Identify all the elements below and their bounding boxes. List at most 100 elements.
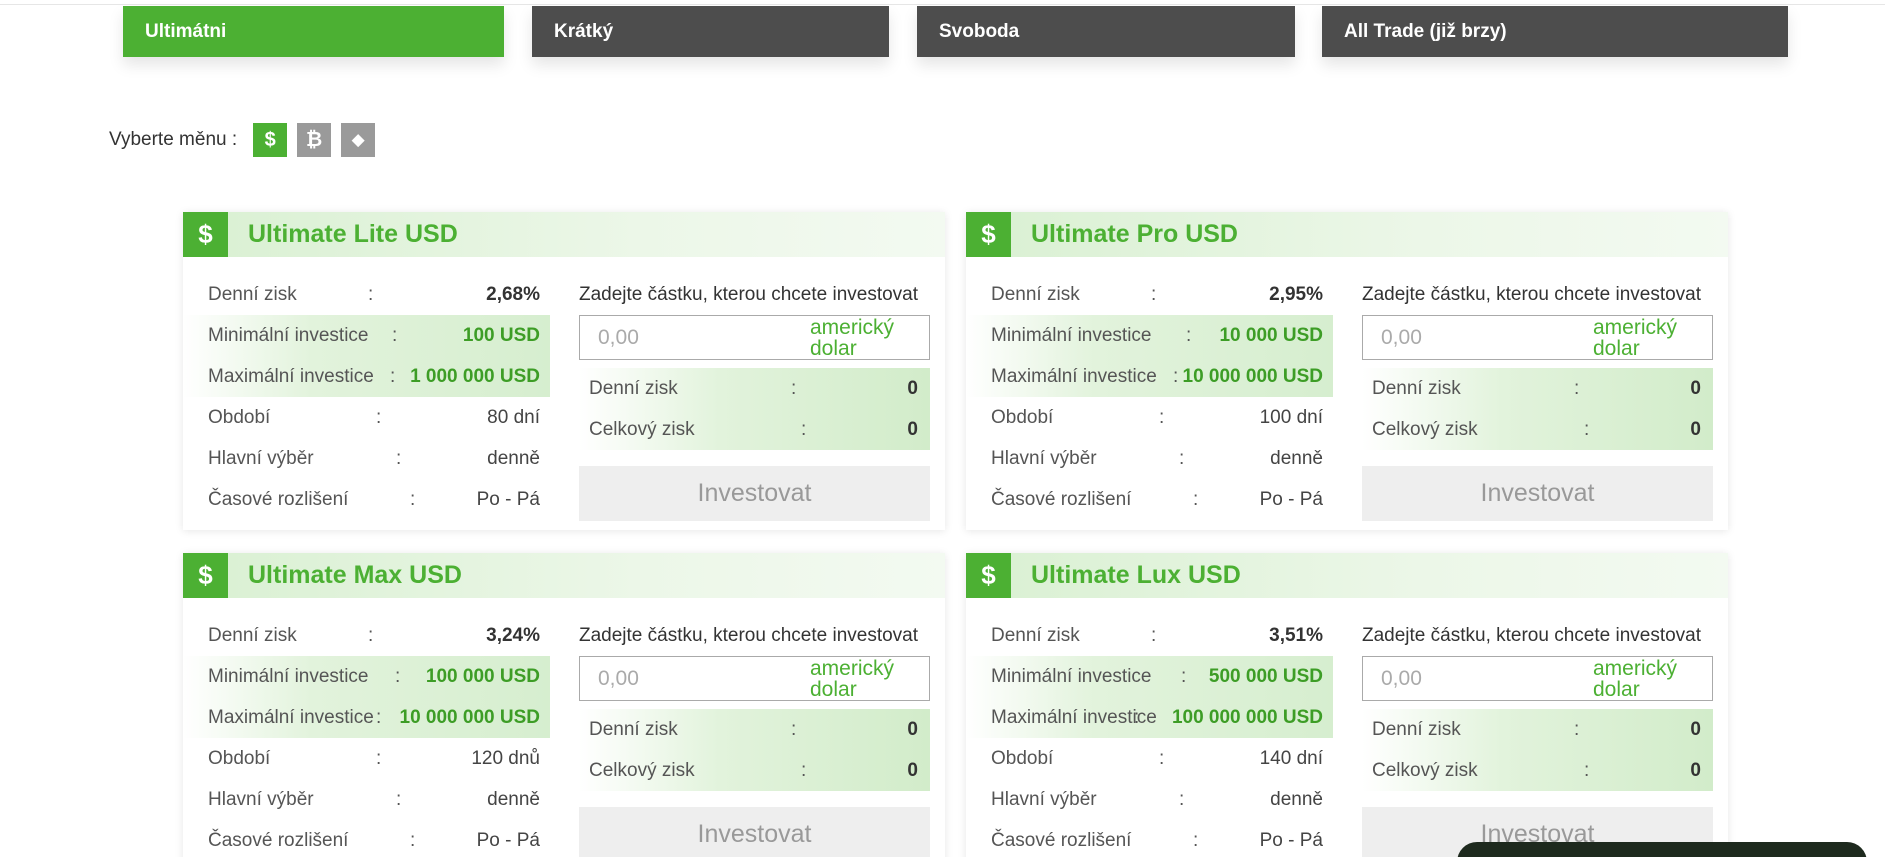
stat-colon: :: [396, 789, 402, 810]
stat-value: 500 000 USD: [1208, 666, 1323, 687]
tab-ultimatni[interactable]: Ultimátni: [123, 6, 504, 57]
bitcoin-icon[interactable]: ₿: [297, 123, 332, 157]
stat-value: 2,95%: [1269, 284, 1323, 305]
stat-value: 2,68%: [486, 284, 540, 305]
result-colon: :: [801, 419, 807, 440]
ethereum-icon[interactable]: ◆: [341, 123, 376, 157]
stat-label: Denní zisk: [991, 284, 1080, 305]
stat-colon: :: [1193, 489, 1199, 510]
stat-label: Maximální investice: [991, 707, 1157, 728]
stat-daily-profit: Denní zisk : 3,24%: [183, 615, 550, 656]
plan-card: $ Ultimate Pro USD Denní zisk : 2,95% Mi…: [966, 212, 1728, 530]
result-value: 0: [1690, 419, 1701, 440]
stat-colon: :: [376, 748, 382, 769]
stat-min-investment: Minimální investice : 100 USD: [183, 315, 550, 356]
stat-colon: :: [368, 284, 374, 305]
investment-calculator: Zadejte částku, kterou chcete investovat…: [579, 615, 934, 857]
result-value: 0: [907, 760, 918, 781]
stat-value: 10 000 000 USD: [1182, 366, 1324, 387]
tab-kratky[interactable]: Krátký: [532, 6, 889, 57]
result-label: Denní zisk: [589, 719, 678, 740]
calculator-results: Denní zisk : 0 Celkový zisk : 0: [579, 368, 930, 450]
investment-calculator: Zadejte částku, kterou chcete investovat…: [579, 274, 934, 521]
dollar-icon[interactable]: $: [253, 123, 288, 157]
currency-unit: americký dolar: [810, 316, 895, 360]
dollar-icon: $: [183, 212, 228, 257]
stat-daily-profit: Denní zisk : 2,68%: [183, 274, 550, 315]
stat-daily-profit: Denní zisk : 2,95%: [966, 274, 1333, 315]
stat-period: Období : 140 dní: [966, 738, 1333, 779]
stat-label: Hlavní výběr: [208, 789, 314, 810]
invest-button[interactable]: Investovat: [579, 807, 930, 857]
stat-colon: :: [1193, 830, 1199, 851]
stat-min-investment: Minimální investice : 10 000 USD: [966, 315, 1333, 356]
amount-placeholder: 0,00: [1381, 326, 1422, 349]
result-colon: :: [1574, 378, 1580, 399]
plan-card: $ Ultimate Lux USD Denní zisk : 3,51% Mi…: [966, 553, 1728, 857]
result-label: Denní zisk: [589, 378, 678, 399]
stat-colon: :: [1181, 666, 1187, 687]
stat-value: 3,24%: [486, 625, 540, 646]
currency-label: Vyberte měnu :: [109, 129, 238, 150]
chat-widget[interactable]: [1457, 842, 1867, 857]
result-colon: :: [1584, 760, 1590, 781]
stat-label: Denní zisk: [208, 625, 297, 646]
stat-withdrawal: Hlavní výběr : denně: [183, 438, 550, 479]
stat-colon: :: [390, 366, 396, 387]
stat-label: Období: [208, 407, 271, 428]
dollar-icon: $: [966, 553, 1011, 598]
result-total-profit: Celkový zisk : 0: [579, 750, 930, 791]
stat-label: Maximální investice: [208, 366, 374, 387]
invest-button[interactable]: Investovat: [579, 466, 930, 521]
result-total-profit: Celkový zisk : 0: [579, 409, 930, 450]
stat-min-investment: Minimální investice : 500 000 USD: [966, 656, 1333, 697]
calculator-results: Denní zisk : 0 Celkový zisk : 0: [1362, 709, 1713, 791]
stat-value: denně: [1270, 448, 1323, 469]
stat-period: Období : 80 dní: [183, 397, 550, 438]
stat-colon: :: [1151, 284, 1157, 305]
amount-input[interactable]: 0,00 americký dolar: [1362, 315, 1713, 360]
plan-card: $ Ultimate Lite USD Denní zisk : 2,68% M…: [183, 212, 945, 530]
amount-input[interactable]: 0,00 americký dolar: [579, 656, 930, 701]
stat-label: Časové rozlišení: [991, 830, 1132, 851]
stat-max-investment: Maximální investice : 1 000 000 USD: [183, 356, 550, 397]
result-label: Denní zisk: [1372, 719, 1461, 740]
dollar-icon: $: [183, 553, 228, 598]
stat-label: Hlavní výběr: [991, 789, 1097, 810]
stat-colon: :: [395, 666, 401, 687]
stat-colon: :: [1134, 707, 1140, 728]
result-colon: :: [791, 378, 797, 399]
stat-label: Časové rozlišení: [208, 489, 349, 510]
stat-label: Časové rozlišení: [991, 489, 1132, 510]
stat-colon: :: [1179, 789, 1185, 810]
stat-label: Minimální investice: [208, 666, 369, 687]
stat-value: denně: [487, 448, 540, 469]
stat-period: Období : 120 dnů: [183, 738, 550, 779]
currency-unit: americký dolar: [1593, 657, 1678, 701]
result-colon: :: [801, 760, 807, 781]
invest-button[interactable]: Investovat: [1362, 466, 1713, 521]
plan-stats: Denní zisk : 2,95% Minimální investice :…: [966, 274, 1333, 520]
stat-colon: :: [376, 707, 382, 728]
stat-value: 100 000 USD: [425, 666, 540, 687]
stat-value: 100 000 000 USD: [1171, 707, 1323, 728]
amount-input[interactable]: 0,00 americký dolar: [1362, 656, 1713, 701]
stat-label: Období: [991, 748, 1054, 769]
result-total-profit: Celkový zisk : 0: [1362, 750, 1713, 791]
tab-svoboda[interactable]: Svoboda: [917, 6, 1295, 57]
plan-title: Ultimate Lux USD: [1031, 561, 1241, 589]
amount-input[interactable]: 0,00 americký dolar: [579, 315, 930, 360]
stat-value: Po - Pá: [1259, 830, 1323, 851]
stat-colon: :: [410, 830, 416, 851]
result-daily-profit: Denní zisk : 0: [579, 368, 930, 409]
stat-max-investment: Maximální investice : 100 000 000 USD: [966, 697, 1333, 738]
plan-stats: Denní zisk : 3,51% Minimální investice :…: [966, 615, 1333, 857]
currency-unit: americký dolar: [810, 657, 895, 701]
stat-max-investment: Maximální investice : 10 000 000 USD: [183, 697, 550, 738]
investment-calculator: Zadejte částku, kterou chcete investovat…: [1362, 274, 1717, 521]
stat-label: Minimální investice: [991, 325, 1152, 346]
result-label: Celkový zisk: [589, 760, 695, 781]
tab-all-trade[interactable]: All Trade (již brzy): [1322, 6, 1788, 57]
currency-selector: Vyberte měnu : $ ₿ ◆: [109, 122, 376, 158]
plan-stats: Denní zisk : 2,68% Minimální investice :…: [183, 274, 550, 520]
